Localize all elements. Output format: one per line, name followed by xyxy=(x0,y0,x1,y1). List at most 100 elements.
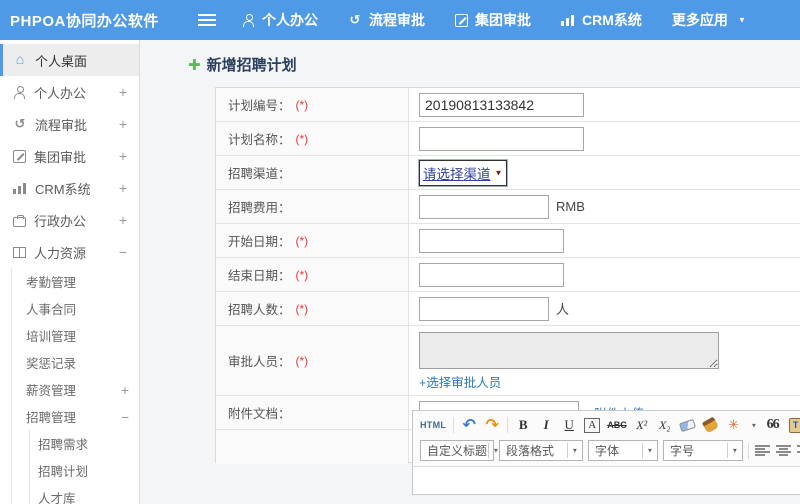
bar-chart-icon xyxy=(561,14,575,26)
sidebar-item-label: 奖惩记录 xyxy=(26,357,77,371)
expand-icon[interactable]: + xyxy=(121,382,129,398)
select-approvers-link[interactable]: +选择审批人员 xyxy=(419,372,501,391)
caret-down-icon xyxy=(642,443,654,458)
html-source-button[interactable]: HTML xyxy=(420,416,446,434)
field-label-empty xyxy=(216,430,409,464)
sidebar-item-salary[interactable]: 薪资管理 + xyxy=(12,376,139,403)
required-mark: (*) xyxy=(295,97,309,112)
sidebar-item-label: 薪资管理 xyxy=(26,384,77,398)
italic-button[interactable]: I xyxy=(538,416,554,434)
sidebar-item-admin-office[interactable]: 行政办公 + xyxy=(0,204,139,236)
topbar: PHPOA协同办公软件 个人办公 流程审批 集团审批 CRM系统 更多应用 xyxy=(0,0,800,40)
field-label: 附件文档： xyxy=(216,396,409,429)
collapse-icon[interactable]: − xyxy=(119,244,127,260)
fee-input[interactable] xyxy=(419,194,549,219)
format-brush-icon[interactable] xyxy=(702,416,720,434)
paragraph-format-select[interactable]: 段落格式 xyxy=(499,440,583,461)
custom-title-select[interactable]: 自定义标题 xyxy=(420,440,494,461)
caret-down-icon[interactable] xyxy=(750,421,758,430)
blockquote-button[interactable]: 66 xyxy=(765,416,781,434)
form-row-plan-name: 计划名称： (*) xyxy=(216,122,800,156)
spell-check-icon[interactable]: ✳ xyxy=(726,416,742,434)
divider xyxy=(453,417,455,433)
expand-icon[interactable]: + xyxy=(119,84,127,100)
sidebar-item-reward-punishment[interactable]: 奖惩记录 xyxy=(12,349,139,376)
border-text-button[interactable]: A xyxy=(584,417,601,433)
sidebar-item-crm-system[interactable]: CRM系统 + xyxy=(0,172,139,204)
channel-select[interactable]: 请选择渠道 xyxy=(419,159,508,186)
topnav-personal-office[interactable]: 个人办公 xyxy=(242,10,318,30)
editor-content-area[interactable] xyxy=(413,466,800,494)
sidebar-item-personal-office[interactable]: 个人办公 + xyxy=(0,76,139,108)
plus-icon: ✚ xyxy=(188,56,201,74)
page-header: ✚ 新增招聘计划 xyxy=(141,40,800,75)
plan-name-input[interactable] xyxy=(419,126,584,151)
topnav-workflow-approval[interactable]: 流程审批 xyxy=(348,10,425,30)
bold-button[interactable]: B xyxy=(515,416,531,434)
approvers-textarea[interactable] xyxy=(419,332,719,369)
undo-icon[interactable]: ↶ xyxy=(461,416,477,434)
caret-down-icon xyxy=(737,15,747,26)
form-row-plan-number: 计划编号： (*) xyxy=(216,88,800,122)
sidebar-item-group-approval[interactable]: 集团审批 + xyxy=(0,140,139,172)
form-row-channel: 招聘渠道： 请选择渠道 xyxy=(216,156,800,190)
subscript-button[interactable]: X₂ xyxy=(657,416,673,434)
expand-icon[interactable]: + xyxy=(119,212,127,228)
topnav-crm-system[interactable]: CRM系统 xyxy=(561,10,642,30)
underline-button[interactable]: U xyxy=(561,416,577,434)
topnav-more-apps[interactable]: 更多应用 xyxy=(672,10,747,30)
paste-text-icon[interactable]: T xyxy=(789,417,800,433)
workflow-icon xyxy=(348,13,362,27)
expand-icon[interactable]: + xyxy=(119,116,127,132)
sidebar-item-recruitment-demand[interactable]: 招聘需求 xyxy=(30,430,139,457)
form-row-end-date: 结束日期： (*) xyxy=(216,258,800,292)
align-left-icon[interactable] xyxy=(754,445,770,456)
sidebar-item-attendance[interactable]: 考勤管理 xyxy=(12,268,139,295)
sidebar-item-label: 招聘需求 xyxy=(38,438,89,452)
end-date-input[interactable] xyxy=(419,262,564,287)
sidebar-item-personal-desktop[interactable]: 个人桌面 xyxy=(0,44,139,76)
headcount-input[interactable] xyxy=(419,296,549,321)
eraser-icon[interactable] xyxy=(679,418,697,432)
hr-submenu: 考勤管理 人事合同 培训管理 奖惩记录 薪资管理 + 招聘管理 − 招聘需求 招… xyxy=(11,268,139,504)
org-icon xyxy=(13,247,26,258)
sidebar-item-hr-contract[interactable]: 人事合同 xyxy=(12,295,139,322)
sidebar-item-label: 人力资源 xyxy=(34,245,87,261)
expand-icon[interactable]: + xyxy=(119,148,127,164)
start-date-input[interactable] xyxy=(419,228,564,253)
strikethrough-button[interactable]: ABC xyxy=(607,416,627,434)
font-size-select[interactable]: 字号 xyxy=(663,440,743,461)
editor-toolbar-row2: 自定义标题 段落格式 字体 字号 xyxy=(413,439,800,466)
topnav-label: CRM系统 xyxy=(582,12,642,28)
align-center-icon[interactable] xyxy=(775,445,791,456)
sidebar-item-label: 招聘管理 xyxy=(26,411,77,425)
sidebar-item-label: 流程审批 xyxy=(35,117,88,133)
sidebar-item-recruitment-plan[interactable]: 招聘计划 xyxy=(30,457,139,484)
person-icon xyxy=(13,85,26,99)
sidebar-item-training[interactable]: 培训管理 xyxy=(12,322,139,349)
menu-icon[interactable] xyxy=(198,14,216,26)
person-icon xyxy=(242,13,255,27)
top-navigation: 个人办公 流程审批 集团审批 CRM系统 更多应用 xyxy=(242,10,747,30)
topnav-group-approval[interactable]: 集团审批 xyxy=(455,10,531,30)
sidebar-item-recruitment-management[interactable]: 招聘管理 − xyxy=(12,403,139,430)
edit-icon xyxy=(13,149,26,163)
sidebar-item-talent-pool[interactable]: 人才库 xyxy=(30,484,139,504)
font-family-select[interactable]: 字体 xyxy=(588,440,658,461)
sidebar-item-label: 招聘计划 xyxy=(38,465,89,479)
field-label: 计划编号： (*) xyxy=(216,88,409,121)
plan-number-input[interactable] xyxy=(419,92,584,117)
sidebar-item-human-resources[interactable]: 人力资源 − xyxy=(0,236,139,268)
topnav-label: 集团审批 xyxy=(475,12,531,28)
align-right-icon[interactable] xyxy=(796,445,800,456)
field-label: 开始日期： (*) xyxy=(216,224,409,257)
required-mark: (*) xyxy=(295,301,309,316)
expand-icon[interactable]: + xyxy=(119,180,127,196)
required-mark: (*) xyxy=(295,131,309,146)
caret-down-icon xyxy=(494,168,503,178)
superscript-button[interactable]: X² xyxy=(634,416,650,434)
sidebar-item-label: 培训管理 xyxy=(26,330,77,344)
collapse-icon[interactable]: − xyxy=(121,409,129,425)
redo-icon[interactable]: ↷ xyxy=(484,416,500,434)
sidebar-item-workflow-approval[interactable]: 流程审批 + xyxy=(0,108,139,140)
